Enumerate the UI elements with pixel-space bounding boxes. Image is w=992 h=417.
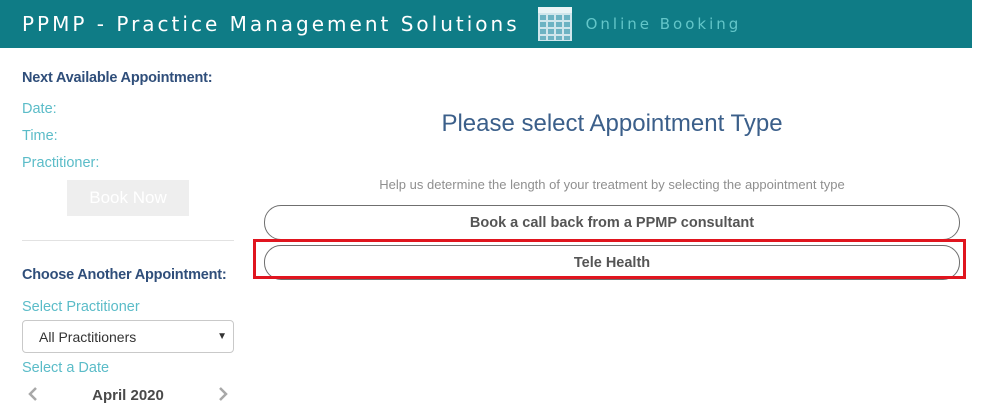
- book-now-button[interactable]: Book Now: [67, 180, 189, 216]
- calendar-icon: [537, 7, 572, 41]
- appointment-type-callback[interactable]: Book a call back from a PPMP consultant: [264, 205, 960, 240]
- chevron-right-icon[interactable]: [212, 386, 234, 404]
- calendar-month-nav: April 2020: [22, 384, 234, 406]
- app-header: PPMP - Practice Management Solutions Onl…: [0, 0, 972, 48]
- brand-title: PPMP - Practice Management Solutions: [22, 12, 520, 36]
- chevron-left-icon[interactable]: [22, 386, 44, 404]
- next-appointment-heading: Next Available Appointment:: [22, 70, 213, 86]
- select-practitioner-label: Select Practitioner: [22, 299, 140, 315]
- date-label: Date:: [22, 101, 57, 117]
- online-booking-label: Online Booking: [585, 15, 742, 33]
- page-title: Please select Appointment Type: [441, 110, 783, 137]
- practitioner-label: Practitioner:: [22, 155, 100, 171]
- calendar-month-label: April 2020: [92, 386, 164, 404]
- appointment-type-label: Book a call back from a PPMP consultant: [469, 214, 755, 231]
- highlight-box: [253, 239, 966, 279]
- page-subtitle: Help us determine the length of your tre…: [379, 177, 845, 192]
- select-date-label: Select a Date: [22, 360, 110, 376]
- practitioner-select[interactable]: All Practitioners ▼: [22, 320, 234, 353]
- time-label: Time:: [22, 128, 58, 144]
- sidebar-divider: [22, 240, 234, 241]
- choose-appointment-heading: Choose Another Appointment:: [22, 267, 227, 283]
- practitioner-select-value: All Practitioners: [39, 328, 137, 345]
- dropdown-caret-icon: ▼: [217, 331, 227, 342]
